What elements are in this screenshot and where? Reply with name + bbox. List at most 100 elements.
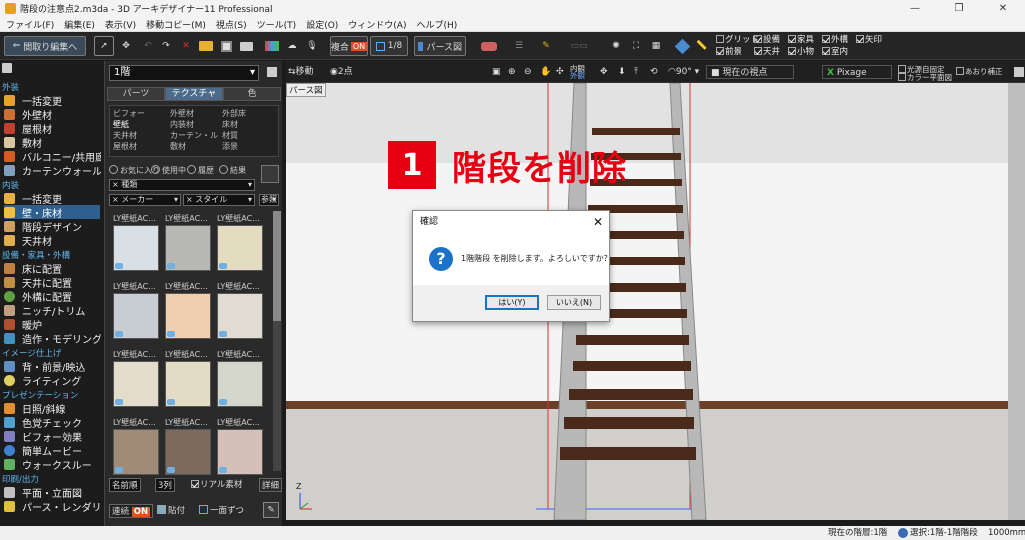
pin-icon[interactable] [2,63,12,73]
detail-button[interactable]: 詳細 [259,478,283,492]
nav-wall-floor[interactable]: 壁・床材 [4,205,100,220]
real-material-check[interactable]: リアル素材 [191,478,242,490]
back-to-floorplan-button[interactable]: ⇐ 間取り編集へ [4,36,86,56]
layout-icon[interactable]: ▦ [646,36,666,56]
check-ceiling[interactable]: 天井 [754,46,780,58]
floor-mode-toggle[interactable]: 複合 ON [330,36,368,56]
tab-texture[interactable]: テクスチャ [165,87,223,101]
measure-icon[interactable]: 📏 [692,36,712,56]
nav-simple-movie[interactable]: 簡単ムービー [4,443,100,458]
nav-sunlight[interactable]: 日照/斜線 [4,401,100,416]
nav-lighting[interactable]: ライティング [4,373,100,388]
search-icon[interactable] [261,165,279,183]
minimize-button[interactable]: — [893,3,937,14]
close-button[interactable]: ✕ [981,3,1025,14]
image-export-icon[interactable] [262,36,282,56]
multi-select-icon[interactable]: ✥ [116,36,136,56]
view-mode-dropdown[interactable]: パース図 [414,36,466,56]
menu-help[interactable]: ヘルプ(H) [416,18,457,31]
nav-color-check[interactable]: 色覚チェック [4,415,100,430]
orbit-icon[interactable]: ⟲ [650,65,658,79]
zoom-out-icon[interactable]: ⊖ [524,65,532,79]
nav-balcony[interactable]: バルコニー/共用廊下 [4,149,101,164]
two-point-button[interactable]: ◉2点 [330,65,353,79]
floor-dropdown[interactable]: 1階 [109,65,259,81]
inner-outer-toggle[interactable]: 内観 外観 [570,65,585,80]
nav-fireplace[interactable]: 暖炉 [4,317,100,332]
nav-curtain-wall[interactable]: カーテンウォール [4,163,101,178]
columns-dropdown[interactable]: 3列 [155,478,175,492]
down-arrow-icon[interactable]: ⬇ [618,65,626,79]
check-interior[interactable]: 室内 [822,46,848,58]
texture-swatch[interactable] [113,361,159,407]
wand-icon[interactable]: ✎ [536,36,556,56]
menu-tools[interactable]: ツール(T) [257,18,297,31]
nav-modeling[interactable]: 造作・モデリング [4,331,101,346]
check-exterior[interactable]: 外構 [822,34,848,46]
paint-bucket-icon[interactable] [672,36,692,56]
category-item[interactable]: 内装材 [170,119,194,130]
style-filter-dropdown[interactable]: × スタイル [183,194,255,206]
maximize-button[interactable]: ❐ [937,3,981,14]
texture-swatch[interactable] [113,225,159,271]
select-arrow-icon[interactable]: ➚ [94,36,114,56]
category-item[interactable]: 外部床 [222,108,246,119]
print-icon[interactable] [236,36,256,56]
redo-icon[interactable]: ↷ [156,36,176,56]
check-equipment[interactable]: 設備 [754,34,780,46]
fit-view-icon[interactable]: ⛶ [626,36,646,56]
perspective-correction-check[interactable]: あおり補正 [956,65,1003,79]
texture-swatch[interactable] [165,429,211,475]
walk-person-icon[interactable]: ✋ [540,65,551,79]
maker-filter-dropdown[interactable]: × メーカー [109,194,181,206]
nav-exterior-place[interactable]: 外構に配置 [4,289,100,304]
texture-swatch[interactable] [165,225,211,271]
category-item[interactable]: 床材 [222,119,238,130]
nav-background[interactable]: 背・前景/映込 [4,359,100,374]
category-item[interactable]: 天井材 [113,130,137,141]
dialog-close-icon[interactable]: ✕ [593,211,603,233]
nav-plan-elevation[interactable]: 平面・立面図 [4,485,100,500]
category-item[interactable]: 外壁材 [170,108,194,119]
no-button[interactable]: いいえ(N) [547,295,601,310]
nav-ceiling[interactable]: 天井材 [4,233,100,248]
microphone-icon[interactable]: 🎙 [302,36,322,56]
pan-icon[interactable]: ✥ [600,65,608,79]
viewport-scrollbar[interactable] [1008,83,1025,520]
texture-swatch[interactable] [165,361,211,407]
check-grid[interactable]: グリッド [716,34,759,46]
type-filter-dropdown[interactable]: × 種類 [109,179,255,191]
stairs-tool-icon[interactable]: ☰ [506,36,532,56]
filter-results[interactable]: 結果 [219,165,246,176]
category-item[interactable]: カーテン・ル [170,130,218,141]
continuous-toggle[interactable]: 連続 ON [109,504,154,518]
rotate-icon[interactable]: ✣ [556,65,564,79]
nav-floor-place[interactable]: 床に配置 [4,261,100,276]
nav-roof[interactable]: 屋根材 [4,121,100,136]
menu-view[interactable]: 表示(V) [105,18,136,31]
save-icon[interactable] [216,36,236,56]
yes-button[interactable]: はい(Y) [485,295,539,310]
nav-interior-bulk-change[interactable]: 一括変更 [4,191,100,206]
check-furniture[interactable]: 家具 [788,34,814,46]
face-mode-button[interactable]: 一面ずつ [199,504,244,516]
category-item[interactable]: ビフォー [113,108,145,119]
nav-before-effect[interactable]: ビフォー効果 [4,429,100,444]
pixage-dropdown[interactable]: X Pixage [822,65,892,79]
eyedropper-icon[interactable]: ✎ [263,502,279,518]
panel-pin-icon[interactable] [267,67,277,77]
check-foreground[interactable]: 前景 [716,46,742,58]
nav-ceiling-place[interactable]: 天井に配置 [4,275,100,290]
texture-swatch[interactable] [113,293,159,339]
filter-in-use[interactable]: 使用中 [151,165,186,176]
render-icon[interactable]: ☁ [282,36,302,56]
scale-dropdown[interactable]: 1/8 [370,36,408,56]
nav-paving[interactable]: 敷材 [4,135,100,150]
category-item[interactable]: 添景 [222,141,238,152]
filter-history[interactable]: 履歴 [187,165,214,176]
tilt-icon[interactable]: ⤒ [634,65,638,79]
texture-swatch[interactable] [217,225,263,271]
open-folder-icon[interactable] [196,36,216,56]
angle-dropdown[interactable]: ◠90° ▾ [668,65,699,79]
material-brush-icon[interactable] [476,36,502,56]
